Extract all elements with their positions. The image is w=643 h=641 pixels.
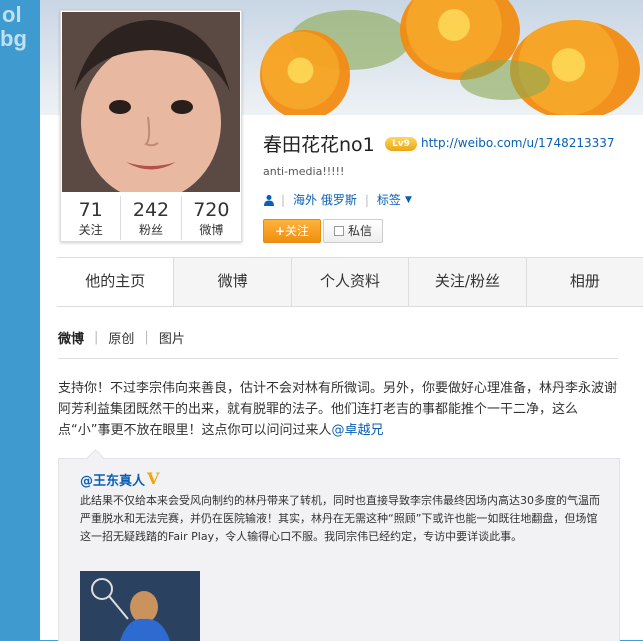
tab-follows-fans[interactable]: 关注/粉丝	[409, 258, 527, 306]
follow-label: 关注	[285, 224, 310, 238]
level-badge[interactable]: Lv9	[385, 137, 417, 151]
stat-label: 关注	[78, 223, 103, 237]
location-link[interactable]: 海外 俄罗斯	[293, 191, 357, 208]
tab-weibo[interactable]: 微博	[174, 258, 292, 306]
stat-number: 242	[132, 199, 170, 221]
avatar[interactable]	[62, 12, 240, 192]
chevron-down-icon[interactable]: ▼	[405, 195, 412, 205]
tags-link[interactable]: 标签	[377, 191, 401, 208]
profile-stats: 71 关注 242 粉丝 720 微博	[61, 196, 241, 240]
post-text: 支持你！不过李宗伟向来善良，估计不会对林有所微词。另外，你要做好心理准备，林丹李…	[58, 378, 620, 441]
stat-label: 微博	[199, 223, 224, 237]
message-label: 私信	[347, 224, 372, 238]
quoted-author-link[interactable]: @王东真人	[80, 470, 145, 489]
avatar-card: 71 关注 242 粉丝 720 微博	[60, 10, 242, 242]
profile-tabs: 他的主页 微博 个人资料 关注/粉丝 相册	[57, 257, 643, 307]
tab-home[interactable]: 他的主页	[57, 258, 175, 306]
stat-label: 粉丝	[138, 223, 163, 237]
message-button[interactable]: 私信	[323, 219, 383, 243]
profile-name: 春田花花no1	[263, 134, 375, 156]
stat-number: 71	[78, 199, 103, 221]
checkbox-icon	[333, 226, 344, 236]
background-decoration: bg	[0, 26, 27, 51]
verified-icon: V	[147, 469, 160, 488]
stat-posts[interactable]: 720 微博	[182, 196, 241, 240]
tab-album[interactable]: 相册	[527, 258, 643, 306]
quoted-post-image[interactable]	[80, 571, 200, 641]
quoted-post-text: 此结果不仅给本来会受风向制约的林丹带来了转机，同时也直接导致李宗伟最终因场内高达…	[80, 494, 600, 543]
profile-url-link[interactable]: http://weibo.com/u/1748213337	[421, 136, 615, 150]
background-decoration: ol	[2, 2, 22, 27]
quoted-post: @王东真人 V 此结果不仅给本来会受风向制约的林丹带来了转机，同时也直接导致李宗…	[58, 449, 620, 641]
stat-following[interactable]: 71 关注	[61, 196, 122, 240]
page-background-left: ol bg	[0, 0, 40, 640]
filter-original[interactable]: 原创	[108, 328, 134, 347]
filter-images[interactable]: 图片	[159, 328, 185, 347]
follow-button[interactable]: +关注	[263, 219, 321, 243]
mention-link[interactable]: @卓越兄	[331, 423, 383, 438]
user-icon	[264, 194, 274, 206]
filter-weibo[interactable]: 微博	[58, 328, 84, 347]
badminton-player-image	[80, 571, 200, 641]
avatar-image	[62, 12, 240, 192]
stat-number: 720	[193, 199, 230, 221]
plus-icon: +	[274, 224, 286, 238]
divider	[58, 358, 618, 359]
profile-bio: anti-media!!!!!	[263, 165, 345, 178]
tab-profile-info[interactable]: 个人资料	[292, 258, 410, 306]
stat-followers[interactable]: 242 粉丝	[121, 196, 182, 240]
feed-filter: 微博 | 原创 | 图片	[58, 328, 185, 347]
profile-meta: | 海外 俄罗斯 | 标签 ▼	[263, 191, 412, 208]
